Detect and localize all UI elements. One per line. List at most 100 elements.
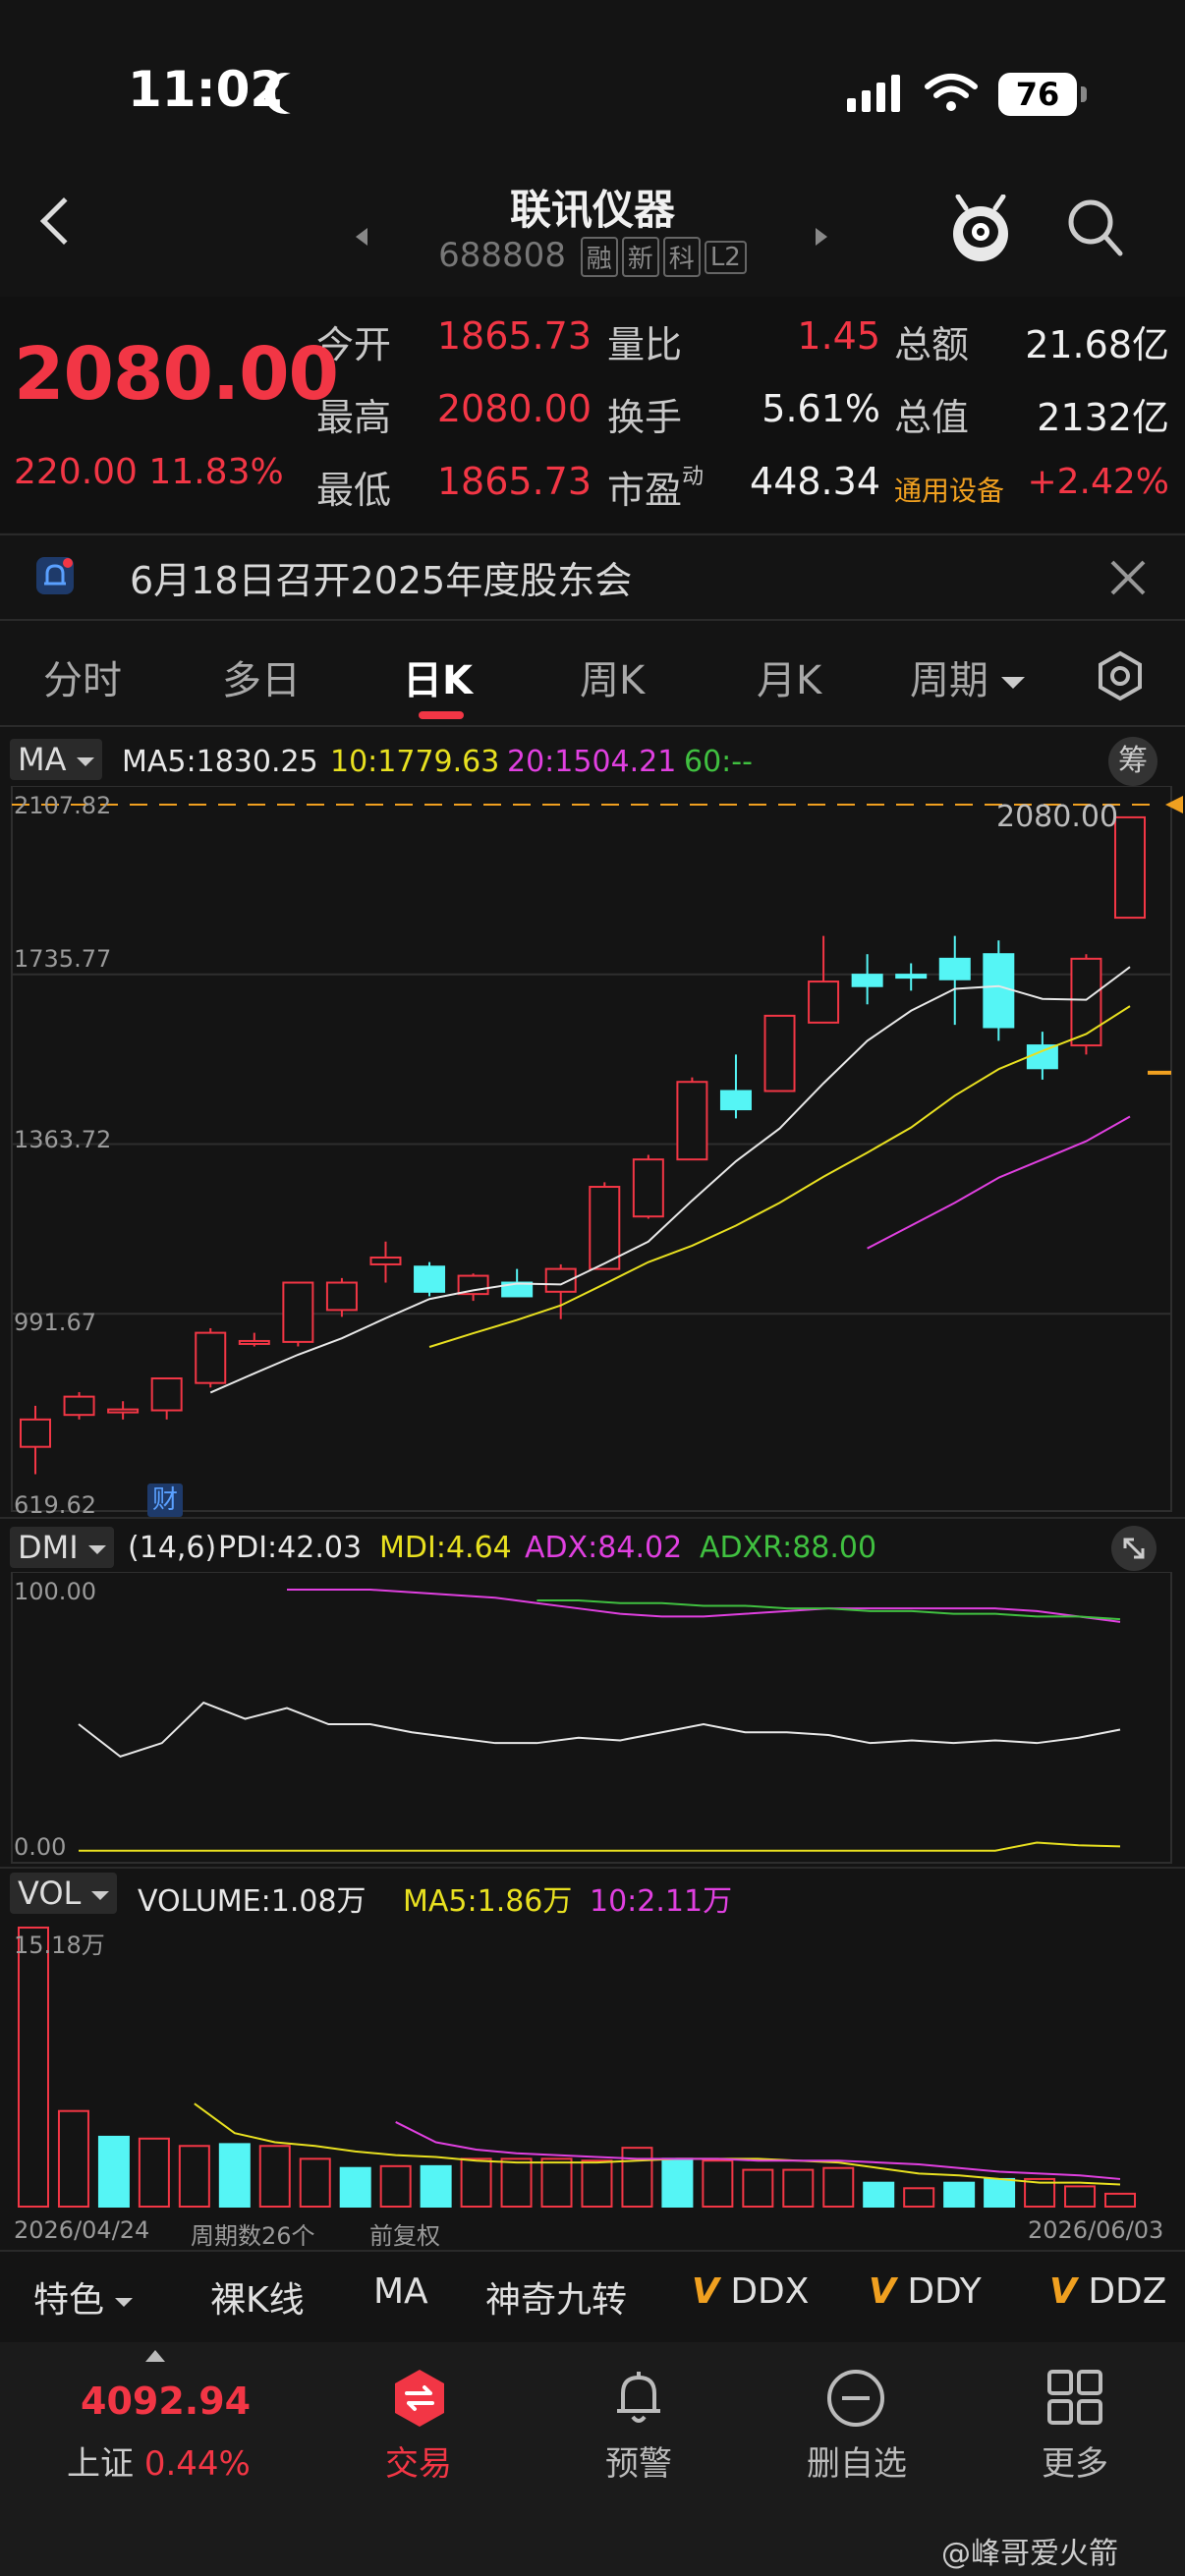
candle-body: [63, 1395, 95, 1417]
volume-bar: [258, 2145, 291, 2208]
date-end: 2026/06/03: [1028, 2216, 1164, 2244]
trade-icon[interactable]: [389, 2368, 450, 2429]
volume-bar: [299, 2157, 331, 2209]
price-change: 220.00 11.83%: [14, 452, 284, 492]
nav-remove-watchlist[interactable]: 删自选: [759, 2436, 955, 2485]
candle-body: [632, 1158, 664, 1218]
toolbar-magic-nine[interactable]: 神奇九转: [485, 2271, 627, 2323]
dmi-top-label: 100.00: [14, 1578, 96, 1605]
candle-body: [369, 1256, 402, 1265]
low-label: 最低: [316, 469, 392, 512]
pdi-line: [78, 1701, 1121, 1758]
toolbar-ddz[interactable]: V DDZ: [1049, 2271, 1166, 2312]
volume-chart: [18, 1927, 1136, 2209]
amount-value: 21.68亿: [1025, 323, 1169, 366]
vol-ma5-line: [194, 2102, 1121, 2186]
volume-bar: [420, 2164, 452, 2208]
battery-indicator: 76: [998, 73, 1087, 116]
sector-name[interactable]: 通用设备: [894, 470, 1004, 509]
tab-daily-k[interactable]: 日K: [403, 648, 473, 705]
index-change: 0.44%: [143, 2444, 251, 2484]
pdi-label: PDI:42.03: [218, 1531, 363, 1565]
candle-body: [107, 1408, 140, 1414]
dmi-bottom-label: 0.00: [14, 1833, 67, 1861]
dmi-selector[interactable]: DMI: [10, 1527, 114, 1568]
volume-bar: [178, 2145, 210, 2208]
current-price: 2080.00: [14, 332, 339, 417]
tab-multi-day[interactable]: 多日: [222, 648, 301, 705]
toolbar-ma[interactable]: MA: [373, 2271, 428, 2312]
candle-body: [895, 974, 928, 980]
close-icon[interactable]: [1106, 556, 1150, 599]
candle-body: [20, 1418, 51, 1448]
notice-text[interactable]: 6月18日召开2025年度股东会: [130, 550, 632, 604]
chip-button[interactable]: 筹: [1108, 737, 1157, 786]
pe-label: 市盈动: [607, 460, 704, 514]
candle-body: [238, 1339, 270, 1345]
toolbar-ddy[interactable]: V DDY: [869, 2271, 982, 2312]
v-icon: V: [869, 2271, 896, 2312]
ma-selector-label: MA: [18, 741, 67, 778]
volume-bar: [379, 2164, 412, 2208]
price-change-value: 220.00: [14, 452, 138, 492]
date-start: 2026/04/24: [14, 2216, 150, 2244]
adx-label: ADX:84.02: [525, 1531, 683, 1565]
ma20-label: 20:1504.21: [507, 745, 677, 779]
v-icon: V: [1049, 2271, 1077, 2312]
adjust-mode[interactable]: 前复权: [369, 2216, 440, 2251]
ma20-line: [867, 1115, 1131, 1250]
nav-trade[interactable]: 交易: [320, 2436, 517, 2485]
index-value[interactable]: 4092.94: [81, 2380, 251, 2423]
y-label-max: 2107.82: [14, 792, 112, 819]
bell-icon: [36, 557, 74, 594]
settings-icon[interactable]: [1095, 650, 1146, 701]
vol-selector[interactable]: VOL: [10, 1873, 117, 1914]
volume-bar: [218, 2143, 251, 2208]
vol-ma5-label: MA5:1.86万: [403, 1884, 573, 1919]
toolbar-feature[interactable]: 特色: [33, 2271, 134, 2323]
price-change-pct: 11.83%: [148, 452, 284, 492]
search-icon[interactable]: [1065, 196, 1124, 259]
tab-weekly-k[interactable]: 周K: [580, 648, 645, 705]
market-cap-label: 总值: [894, 396, 970, 439]
finance-tag[interactable]: 财: [147, 1484, 183, 1517]
nav-alert[interactable]: 预警: [540, 2436, 737, 2485]
volume-bar: [1064, 2185, 1097, 2208]
chevron-down-icon: [1000, 677, 1025, 689]
volume-bar: [57, 2109, 89, 2208]
more-grid-icon[interactable]: [1045, 2368, 1104, 2427]
remove-watchlist-icon[interactable]: [825, 2368, 886, 2429]
tag-star: 科: [662, 237, 701, 277]
next-stock-icon[interactable]: [816, 228, 827, 246]
volume-bar: [540, 2157, 573, 2209]
mascot-icon[interactable]: [948, 195, 1013, 265]
tab-monthly-k[interactable]: 月K: [757, 648, 821, 705]
chevron-down-icon: [115, 2297, 134, 2307]
volume-bar: [581, 2159, 613, 2209]
toolbar-ddx[interactable]: V DDX: [692, 2271, 809, 2312]
prev-stock-icon[interactable]: [356, 228, 367, 246]
volume-bar: [661, 2157, 694, 2209]
volume-bar: [984, 2177, 1016, 2209]
tag-margin: 融: [580, 237, 618, 277]
ma5-label: MA5:1830.25: [122, 745, 318, 779]
toolbar-ddy-label: DDY: [907, 2271, 982, 2312]
volume-bar: [621, 2147, 653, 2209]
dmi-params: (14,6): [128, 1531, 217, 1565]
ma-selector[interactable]: MA: [10, 739, 102, 780]
status-time: 11:02: [128, 61, 285, 118]
kline-chart[interactable]: [0, 786, 1185, 1513]
sector-change[interactable]: +2.42%: [1022, 462, 1169, 502]
toolbar-naked-k[interactable]: 裸K线: [210, 2271, 305, 2323]
alert-bell-icon[interactable]: [609, 2368, 668, 2429]
volume-bar: [339, 2166, 371, 2208]
index-up-icon: [145, 2350, 165, 2362]
vol-selector-label: VOL: [18, 1875, 82, 1912]
volume-bar: [822, 2166, 855, 2208]
nav-more[interactable]: 更多: [977, 2436, 1173, 2485]
tab-intraday[interactable]: 分时: [43, 648, 122, 705]
index-name: 上证: [67, 2444, 134, 2484]
index-row[interactable]: 上证 0.44%: [67, 2436, 251, 2485]
tab-period[interactable]: 周期: [910, 648, 1025, 705]
expand-icon[interactable]: [1110, 1525, 1157, 1572]
